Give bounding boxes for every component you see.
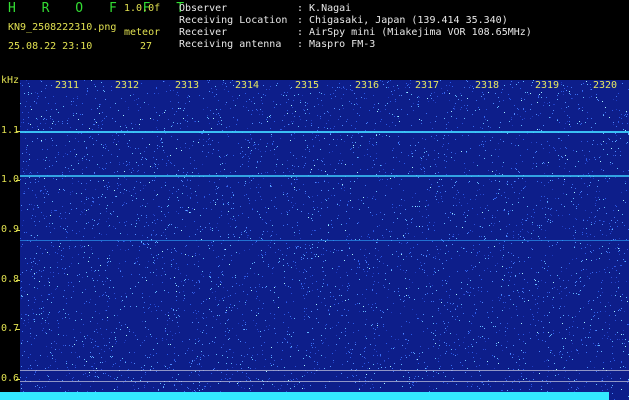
info-row-receiver: Receiver : AirSpy mini (Miakejima VOR 108…	[179, 27, 532, 39]
info-value: : Maspro FM-3	[297, 39, 376, 50]
info-row-location: Receiving Location : Chigasaki, Japan (13…	[179, 15, 532, 27]
spectrogram-plot[interactable]: 2311 2312 2313 2314 2315 2316 2317 2318 …	[20, 80, 629, 400]
info-row-antenna: Receiving antenna : Maspro FM-3	[179, 39, 532, 51]
carrier-line	[20, 131, 629, 133]
y-axis-unit: kHz	[1, 75, 20, 86]
x-tick-label: 2318	[474, 80, 501, 92]
x-tick-label: 2316	[354, 80, 381, 92]
reference-line	[20, 381, 629, 382]
reference-line	[20, 370, 629, 371]
date-time: 25.08.22 23:10	[8, 41, 93, 52]
app-version: 1.0.0f	[124, 3, 161, 14]
info-value: : AirSpy mini (Miakejima VOR 108.65MHz)	[297, 27, 532, 38]
x-tick-label: 2320	[592, 80, 619, 92]
meteor-count: 27	[140, 41, 153, 52]
info-value: : Chigasaki, Japan (139.414 35.340)	[297, 15, 508, 26]
x-tick-label: 2317	[414, 80, 441, 92]
info-key: Receiving Location	[179, 15, 288, 26]
app-brand: H R O F F T	[8, 1, 194, 16]
meteor-label: meteor	[124, 27, 161, 38]
x-tick-label: 2311	[54, 80, 81, 92]
carrier-line	[20, 240, 629, 241]
x-tick-label: 2319	[534, 80, 561, 92]
info-row-observer: Observer : K.Nagai	[179, 3, 532, 15]
file-name: KN9_2508222310.png	[8, 22, 117, 33]
x-tick-label: 2315	[294, 80, 321, 92]
info-value: : K.Nagai	[297, 3, 352, 14]
x-tick-label: 2313	[174, 80, 201, 92]
x-tick-label: 2314	[234, 80, 261, 92]
info-key: Observer	[179, 3, 228, 14]
signal-baseline-bar	[0, 392, 609, 400]
x-tick-label: 2312	[114, 80, 141, 92]
info-key: Receiver	[179, 27, 228, 38]
station-info: Observer : K.Nagai Receiving Location : Ch…	[179, 3, 532, 51]
header-panel: H R O F F T 1.0.0f KN9_2508222310.png me…	[0, 0, 629, 75]
info-key: Receiving antenna	[179, 39, 282, 50]
carrier-line	[20, 175, 629, 177]
